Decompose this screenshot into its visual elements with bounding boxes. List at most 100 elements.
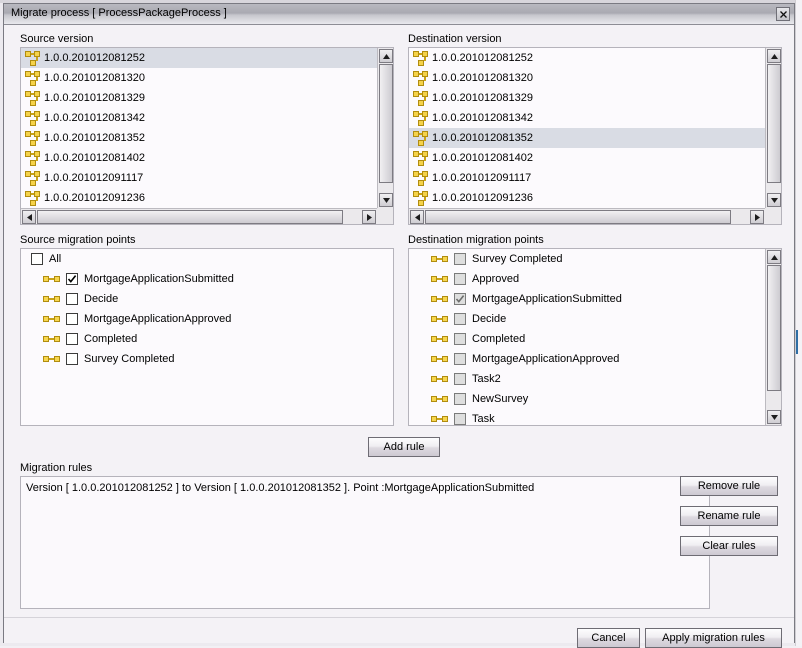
migration-point-item[interactable]: Task xyxy=(409,409,765,425)
dialog-title: Migrate process [ ProcessPackageProcess … xyxy=(11,7,227,19)
select-all-row[interactable]: All xyxy=(21,249,393,269)
source-version-hscroll-thumb[interactable] xyxy=(37,210,343,224)
process-version-icon xyxy=(25,110,40,127)
migration-point-label: Completed xyxy=(84,333,138,345)
migration-point-item[interactable]: MortgageApplicationApproved xyxy=(409,349,765,369)
checkbox[interactable] xyxy=(66,313,78,325)
clear-rules-button[interactable]: Clear rules xyxy=(680,536,778,556)
background-window-accent-mark xyxy=(796,330,798,354)
version-label: 1.0.0.201012091236 xyxy=(44,192,145,204)
destination-migration-points-list[interactable]: Survey Completed Approved MortgageApplicat… xyxy=(409,249,765,425)
scroll-left-icon[interactable] xyxy=(410,210,424,224)
migration-point-label: Approved xyxy=(472,273,520,285)
version-list-item[interactable]: 1.0.0.201012091236 xyxy=(21,188,377,208)
process-version-icon xyxy=(413,90,428,107)
source-version-scroll-thumb[interactable] xyxy=(379,64,393,183)
cancel-button[interactable]: Cancel xyxy=(577,628,640,648)
rename-rule-button[interactable]: Rename rule xyxy=(680,506,778,526)
version-list-item[interactable]: 1.0.0.201012091117 xyxy=(21,168,377,188)
version-list-item[interactable]: 1.0.0.201012081329 xyxy=(21,88,377,108)
migration-rules-label: Migration rules xyxy=(20,462,93,474)
destination-version-list[interactable]: 1.0.0.201012081252 1.0.0.201012081320 1.0.… xyxy=(409,48,765,208)
scroll-up-icon[interactable] xyxy=(379,49,393,63)
apply-migration-rules-button[interactable]: Apply migration rules xyxy=(645,628,782,648)
migration-rule-item[interactable]: Version [ 1.0.0.201012081252 ] to Versio… xyxy=(26,482,534,494)
version-list-item[interactable]: 1.0.0.201012081329 xyxy=(409,88,765,108)
version-list-item[interactable]: 1.0.0.201012091236 xyxy=(409,188,765,208)
checkbox[interactable] xyxy=(31,253,43,265)
version-list-item[interactable]: 1.0.0.201012081402 xyxy=(21,148,377,168)
checkbox[interactable] xyxy=(454,333,466,345)
checkbox[interactable] xyxy=(454,253,466,265)
checkbox[interactable] xyxy=(454,373,466,385)
checkbox[interactable] xyxy=(454,413,466,425)
version-list-item[interactable]: 1.0.0.201012081342 xyxy=(409,108,765,128)
version-list-item[interactable]: 1.0.0.201012081252 xyxy=(409,48,765,68)
scroll-down-icon[interactable] xyxy=(767,410,781,424)
dialog-titlebar[interactable]: Migrate process [ ProcessPackageProcess … xyxy=(4,4,794,25)
migration-point-item[interactable]: NewSurvey xyxy=(409,389,765,409)
destination-points-vertical-scrollbar[interactable] xyxy=(765,249,781,425)
footer-separator xyxy=(4,617,794,618)
migration-point-item[interactable]: MortgageApplicationSubmitted xyxy=(409,289,765,309)
scroll-right-icon[interactable] xyxy=(362,210,376,224)
migration-point-item[interactable]: Approved xyxy=(409,269,765,289)
scroll-right-icon[interactable] xyxy=(750,210,764,224)
version-list-item[interactable]: 1.0.0.201012091117 xyxy=(409,168,765,188)
scroll-down-icon[interactable] xyxy=(379,193,393,207)
version-list-item[interactable]: 1.0.0.201012081320 xyxy=(21,68,377,88)
source-version-label: Source version xyxy=(20,33,94,45)
destination-version-scroll-thumb[interactable] xyxy=(767,64,781,183)
migration-rules-list[interactable]: Version [ 1.0.0.201012081252 ] to Versio… xyxy=(20,476,710,609)
destination-version-vertical-scrollbar[interactable] xyxy=(765,48,781,208)
source-version-list[interactable]: 1.0.0.201012081252 1.0.0.201012081320 1.0.… xyxy=(21,48,377,208)
checkbox[interactable] xyxy=(66,353,78,365)
process-version-icon xyxy=(25,130,40,147)
source-version-vertical-scrollbar[interactable] xyxy=(377,48,393,208)
migration-point-label: Task2 xyxy=(472,373,501,385)
migration-point-item[interactable]: Completed xyxy=(409,329,765,349)
select-all-label: All xyxy=(49,253,62,265)
checkbox[interactable] xyxy=(66,333,78,345)
checkbox[interactable] xyxy=(454,313,466,325)
migration-point-item[interactable]: MortgageApplicationApproved xyxy=(21,309,393,329)
scroll-down-icon[interactable] xyxy=(767,193,781,207)
checkbox[interactable] xyxy=(454,273,466,285)
remove-rule-button[interactable]: Remove rule xyxy=(680,476,778,496)
migration-point-label: Survey Completed xyxy=(84,353,175,365)
source-migration-points-list[interactable]: All MortgageApplicationSubmitted Decide Mor… xyxy=(21,249,393,425)
add-rule-button[interactable]: Add rule xyxy=(368,437,440,457)
checkbox[interactable] xyxy=(66,273,78,285)
destination-points-scroll-thumb[interactable] xyxy=(767,265,781,391)
checkbox[interactable] xyxy=(454,393,466,405)
checkbox[interactable] xyxy=(454,293,466,305)
checkbox[interactable] xyxy=(454,353,466,365)
migration-point-item[interactable]: Task2 xyxy=(409,369,765,389)
migration-point-item[interactable]: Survey Completed xyxy=(21,349,393,369)
version-list-item[interactable]: 1.0.0.201012081342 xyxy=(21,108,377,128)
process-version-icon xyxy=(413,50,428,67)
migration-point-icon xyxy=(43,295,60,304)
version-list-item[interactable]: 1.0.0.201012081402 xyxy=(409,148,765,168)
source-version-horizontal-scrollbar[interactable] xyxy=(21,208,377,224)
migration-point-icon xyxy=(43,275,60,284)
migration-point-item[interactable]: Decide xyxy=(21,289,393,309)
migration-point-item[interactable]: Completed xyxy=(21,329,393,349)
migration-point-item[interactable]: MortgageApplicationSubmitted xyxy=(21,269,393,289)
destination-version-horizontal-scrollbar[interactable] xyxy=(409,208,765,224)
scroll-left-icon[interactable] xyxy=(22,210,36,224)
migration-point-item[interactable]: Survey Completed xyxy=(409,249,765,269)
version-list-item[interactable]: 1.0.0.201012081352 xyxy=(409,128,765,148)
checkbox[interactable] xyxy=(66,293,78,305)
source-version-panel: 1.0.0.201012081252 1.0.0.201012081320 1.0.… xyxy=(20,47,394,225)
version-list-item[interactable]: 1.0.0.201012081320 xyxy=(409,68,765,88)
close-icon[interactable] xyxy=(776,7,790,21)
scroll-up-icon[interactable] xyxy=(767,49,781,63)
migration-point-label: Decide xyxy=(472,313,507,325)
version-list-item[interactable]: 1.0.0.201012081352 xyxy=(21,128,377,148)
destination-version-hscroll-thumb[interactable] xyxy=(425,210,731,224)
migration-point-item[interactable]: Decide xyxy=(409,309,765,329)
migration-point-icon xyxy=(431,375,448,384)
version-list-item[interactable]: 1.0.0.201012081252 xyxy=(21,48,377,68)
scroll-up-icon[interactable] xyxy=(767,250,781,264)
